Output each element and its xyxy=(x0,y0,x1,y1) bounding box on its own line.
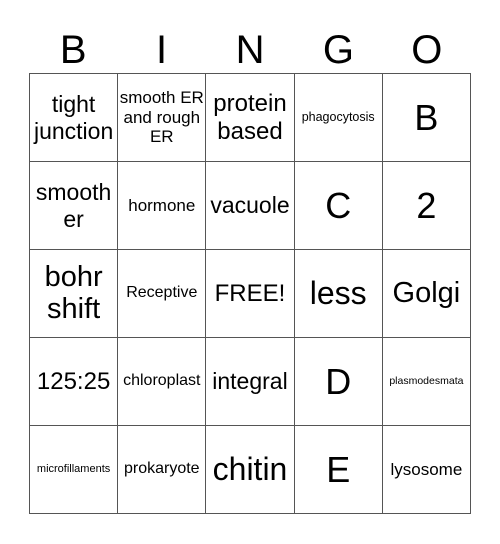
bingo-cell: C xyxy=(294,162,383,250)
bingo-cell: prokaryote xyxy=(118,426,207,514)
cell-text: FREE! xyxy=(214,279,286,307)
cell-text: C xyxy=(325,184,352,226)
header-letter-i: I xyxy=(156,28,168,72)
cell-text: 2 xyxy=(416,184,437,226)
bingo-cell: 125:25 xyxy=(30,338,119,426)
cell-text: bohr shift xyxy=(44,260,103,325)
bingo-cell: B xyxy=(382,74,471,162)
cell-text: D xyxy=(325,360,352,402)
bingo-header: B I N G O xyxy=(29,26,471,74)
bingo-cell: smooth er xyxy=(30,162,119,250)
header-letter-g: G xyxy=(322,28,354,72)
cell-text: tight junction xyxy=(33,91,114,144)
cell-text: phagocytosis xyxy=(301,110,375,125)
bingo-cell: 2 xyxy=(382,162,471,250)
cell-text: less xyxy=(309,275,367,312)
bingo-cell: vacuole xyxy=(206,162,295,250)
bingo-cell: hormone xyxy=(118,162,207,250)
cell-text: chloroplast xyxy=(123,372,201,390)
header-letter-o: O xyxy=(411,28,443,72)
cell-text: hormone xyxy=(128,195,196,215)
bingo-cell: FREE! xyxy=(206,250,295,338)
cell-text: prokaryote xyxy=(123,460,200,478)
cell-text: microfillaments xyxy=(36,463,111,476)
bingo-cell: chloroplast xyxy=(118,338,207,426)
bingo-cell: E xyxy=(294,426,383,514)
bingo-cell: less xyxy=(294,250,383,338)
bingo-cell: chitin xyxy=(206,426,295,514)
bingo-grid: tight junction smooth ER and rough ER pr… xyxy=(29,73,471,514)
cell-text: integral xyxy=(212,368,288,395)
bingo-cell: plasmodesmata xyxy=(382,338,471,426)
bingo-cell: smooth ER and rough ER xyxy=(118,74,207,162)
cell-text: smooth er xyxy=(35,179,112,232)
bingo-cell: Golgi xyxy=(382,250,471,338)
bingo-cell: integral xyxy=(206,338,295,426)
cell-text: chitin xyxy=(212,451,288,488)
bingo-cell: protein based xyxy=(206,74,295,162)
bingo-cell: D xyxy=(294,338,383,426)
cell-text: 125:25 xyxy=(36,367,111,395)
cell-text: smooth ER and rough ER xyxy=(119,88,204,147)
bingo-cell: Receptive xyxy=(118,250,207,338)
cell-text: plasmodesmata xyxy=(389,375,464,388)
cell-text: vacuole xyxy=(210,192,290,219)
cell-text: Receptive xyxy=(126,284,198,302)
cell-text: lysosome xyxy=(390,459,463,479)
header-letter-b: B xyxy=(59,28,87,72)
cell-text: E xyxy=(326,448,351,490)
bingo-cell: tight junction xyxy=(30,74,119,162)
cell-text: B xyxy=(414,96,439,138)
header-letter-n: N xyxy=(235,28,265,72)
cell-text: protein based xyxy=(213,89,287,145)
bingo-cell: lysosome xyxy=(382,426,471,514)
bingo-cell: phagocytosis xyxy=(294,74,383,162)
bingo-cell: microfillaments xyxy=(30,426,119,514)
bingo-cell: bohr shift xyxy=(30,250,119,338)
cell-text: Golgi xyxy=(392,276,461,309)
